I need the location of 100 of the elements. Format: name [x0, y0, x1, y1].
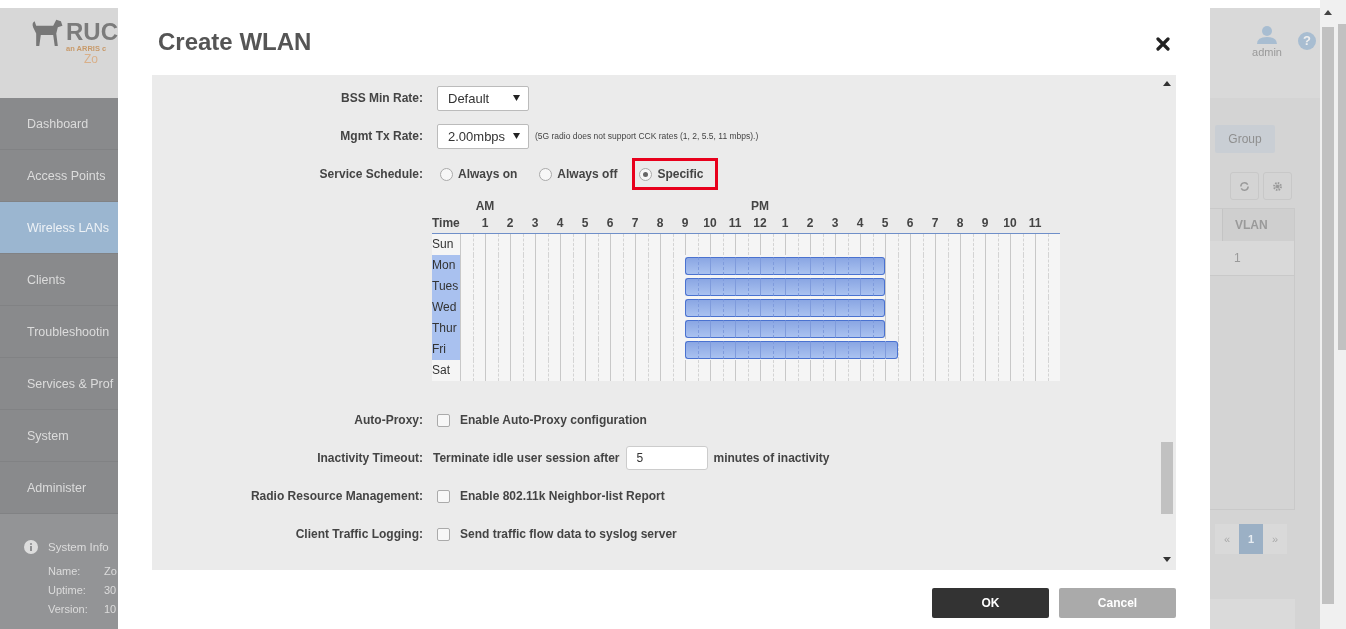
- schedule-slot[interactable]: [835, 320, 848, 338]
- radio-label[interactable]: Always on: [458, 167, 518, 181]
- timeout-input[interactable]: 5: [625, 446, 708, 470]
- schedule-slot[interactable]: [685, 341, 698, 359]
- schedule-slot[interactable]: [823, 341, 835, 359]
- schedule-slot[interactable]: [723, 299, 735, 317]
- day-label[interactable]: Mon: [432, 255, 460, 276]
- schedule-slot[interactable]: [848, 278, 860, 296]
- checkbox[interactable]: [437, 413, 450, 427]
- radio-button[interactable]: [440, 167, 453, 181]
- schedule-slot[interactable]: [760, 278, 773, 296]
- schedule-slot[interactable]: [710, 278, 723, 296]
- dropdown[interactable]: Default: [437, 85, 529, 111]
- schedule-slot[interactable]: [810, 320, 823, 338]
- schedule-slot[interactable]: [710, 341, 723, 359]
- schedule-slot[interactable]: [685, 278, 698, 296]
- schedule-slot[interactable]: [835, 278, 848, 296]
- schedule-slot[interactable]: [685, 257, 698, 275]
- schedule-slot[interactable]: [848, 299, 860, 317]
- schedule-slot[interactable]: [760, 320, 773, 338]
- schedule-slot[interactable]: [810, 299, 823, 317]
- schedule-slot[interactable]: [698, 341, 710, 359]
- schedule-slot[interactable]: [823, 299, 835, 317]
- schedule-slot[interactable]: [798, 341, 810, 359]
- schedule-slot[interactable]: [748, 341, 760, 359]
- radio-button[interactable]: [539, 167, 553, 181]
- scrollbar-thumb[interactable]: [1338, 24, 1346, 350]
- schedule-slot[interactable]: [685, 320, 698, 338]
- schedule-slot[interactable]: [885, 341, 898, 359]
- schedule-slot[interactable]: [760, 257, 773, 275]
- schedule-slot[interactable]: [698, 257, 710, 275]
- schedule-slot[interactable]: [723, 320, 735, 338]
- schedule-slot[interactable]: [710, 299, 723, 317]
- schedule-slot[interactable]: [873, 341, 885, 359]
- schedule-slot[interactable]: [860, 257, 873, 275]
- schedule-slot[interactable]: [810, 341, 823, 359]
- schedule-slot[interactable]: [798, 299, 810, 317]
- schedule-slot[interactable]: [723, 341, 735, 359]
- refresh-button[interactable]: [1230, 172, 1259, 200]
- schedule-slot[interactable]: [835, 341, 848, 359]
- schedule-slot[interactable]: [723, 257, 735, 275]
- schedule-slot[interactable]: [873, 320, 885, 338]
- schedule-slot[interactable]: [748, 257, 760, 275]
- day-label[interactable]: Wed: [432, 297, 460, 318]
- schedule-slot[interactable]: [860, 299, 873, 317]
- schedule-slot[interactable]: [773, 257, 785, 275]
- schedule-slot[interactable]: [748, 278, 760, 296]
- schedule-slot[interactable]: [860, 320, 873, 338]
- scrollbar-thumb[interactable]: [1161, 442, 1173, 514]
- checkbox-label[interactable]: Enable Auto-Proxy configuration: [460, 413, 647, 427]
- dropdown[interactable]: 2.00mbps: [437, 123, 529, 149]
- settings-button[interactable]: [1263, 172, 1292, 200]
- schedule-slot[interactable]: [873, 278, 885, 296]
- schedule-slot[interactable]: [835, 257, 848, 275]
- close-icon[interactable]: [1156, 36, 1170, 51]
- scroll-down-icon[interactable]: [1163, 557, 1171, 562]
- schedule-slot[interactable]: [723, 278, 735, 296]
- ok-button[interactable]: OK: [932, 588, 1049, 618]
- schedule-slot[interactable]: [785, 257, 798, 275]
- user-icon[interactable]: [1257, 26, 1277, 44]
- radio-label[interactable]: Specific: [657, 167, 704, 181]
- schedule-slot[interactable]: [835, 299, 848, 317]
- schedule-slot[interactable]: [785, 320, 798, 338]
- schedule-slot[interactable]: [710, 320, 723, 338]
- schedule-slot[interactable]: [785, 299, 798, 317]
- scrollbar-thumb[interactable]: [1322, 27, 1334, 604]
- schedule-slot[interactable]: [798, 257, 810, 275]
- schedule-slot[interactable]: [823, 320, 835, 338]
- schedule-slot[interactable]: [735, 257, 748, 275]
- schedule-slot[interactable]: [860, 278, 873, 296]
- schedule-slot[interactable]: [848, 320, 860, 338]
- schedule-slot[interactable]: [685, 299, 698, 317]
- schedule-slot[interactable]: [735, 341, 748, 359]
- day-label[interactable]: Sun: [432, 234, 460, 255]
- scroll-up-icon[interactable]: [1163, 81, 1171, 86]
- checkbox[interactable]: [437, 527, 450, 541]
- schedule-slot[interactable]: [748, 299, 760, 317]
- schedule-slot[interactable]: [823, 278, 835, 296]
- schedule-slot[interactable]: [710, 257, 723, 275]
- schedule-slot[interactable]: [785, 341, 798, 359]
- schedule-slot[interactable]: [810, 278, 823, 296]
- schedule-slot[interactable]: [860, 341, 873, 359]
- schedule-slot[interactable]: [760, 299, 773, 317]
- schedule-slot[interactable]: [735, 320, 748, 338]
- day-label[interactable]: Tues: [432, 276, 460, 297]
- schedule-slot[interactable]: [698, 299, 710, 317]
- schedule-slot[interactable]: [760, 341, 773, 359]
- checkbox-label[interactable]: Enable 802.11k Neighbor-list Report: [460, 489, 665, 503]
- schedule-slot[interactable]: [785, 278, 798, 296]
- schedule-slot[interactable]: [873, 299, 885, 317]
- checkbox-label[interactable]: Send traffic flow data to syslog server: [460, 527, 677, 541]
- schedule-slot[interactable]: [873, 257, 885, 275]
- schedule-slot[interactable]: [798, 278, 810, 296]
- day-label[interactable]: Thur: [432, 318, 460, 339]
- scroll-up-icon[interactable]: [1324, 10, 1332, 15]
- schedule-slot[interactable]: [773, 341, 785, 359]
- schedule-slot[interactable]: [735, 278, 748, 296]
- checkbox[interactable]: [437, 489, 450, 503]
- schedule-slot[interactable]: [748, 320, 760, 338]
- schedule-slot[interactable]: [698, 320, 710, 338]
